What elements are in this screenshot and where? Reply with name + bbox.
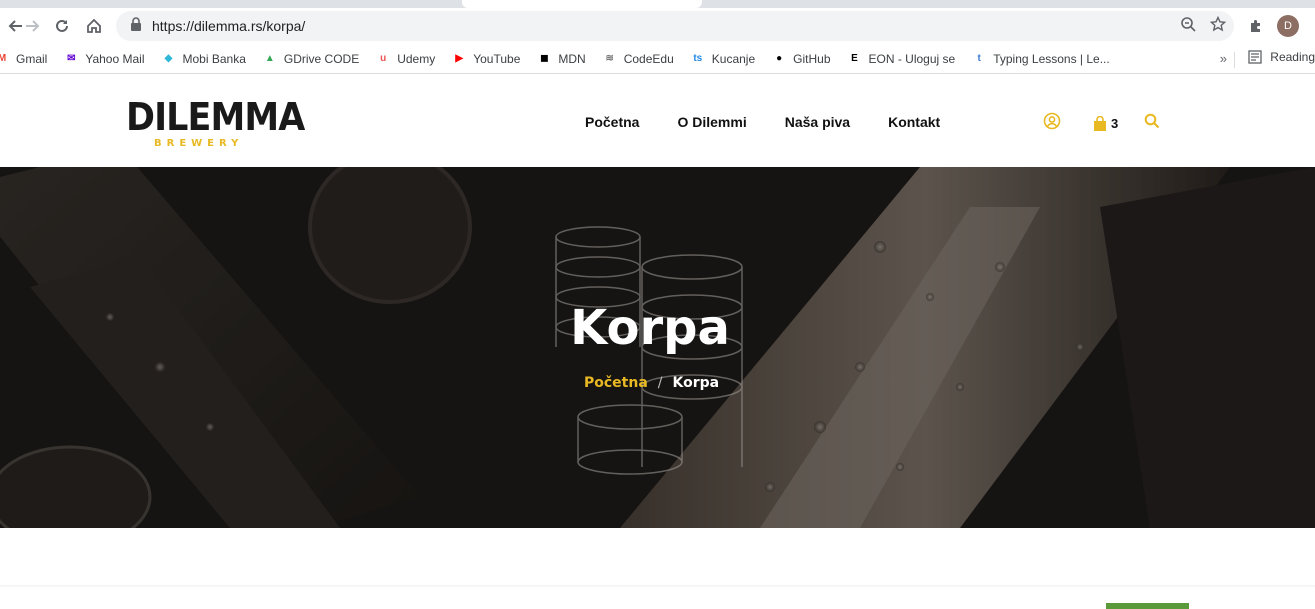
- page-title: Korpa: [570, 300, 730, 356]
- brand-logo[interactable]: DILEMMA BREWERY: [126, 95, 305, 154]
- avatar-letter: D: [1277, 15, 1299, 37]
- bookmark-item[interactable]: ▲ GDrive CODE: [262, 51, 359, 67]
- menu-item-o-dilemmi[interactable]: O Dilemmi: [677, 114, 746, 130]
- menu-item-pocetna[interactable]: Početna: [585, 114, 639, 130]
- bookmark-label: Kucanje: [711, 51, 756, 66]
- browser-tabstrip: [0, 0, 1315, 8]
- bookmark-label: GDrive CODE: [283, 51, 360, 66]
- bookmarks-divider: [1234, 52, 1235, 68]
- browser-toolbar: https://dilemma.rs/korpa/ D: [0, 8, 1315, 44]
- bookmark-label: Udemy: [397, 51, 436, 66]
- bookmark-label: GitHub: [793, 51, 831, 66]
- udemy-icon: u: [380, 53, 387, 64]
- gmail-icon: M: [0, 53, 7, 64]
- bookmark-label: Gmail: [16, 51, 48, 66]
- yahoo-icon: ✉: [67, 53, 76, 64]
- reading-list-button[interactable]: Reading: [1248, 50, 1315, 64]
- bookmark-item[interactable]: ▶ YouTube: [451, 51, 520, 67]
- content-divider: [0, 585, 1315, 588]
- bookmark-item[interactable]: ◼ MDN: [536, 51, 585, 67]
- codeedu-icon: ≋: [605, 53, 614, 64]
- reload-icon[interactable]: [46, 10, 78, 42]
- partial-green-button[interactable]: [1106, 603, 1189, 609]
- bookmark-item[interactable]: ✉ Yahoo Mail: [63, 51, 144, 67]
- bookmark-item[interactable]: ◆ Mobi Banka: [161, 51, 246, 67]
- eon-icon: E: [851, 53, 858, 64]
- header-actions: 3: [1043, 112, 1160, 135]
- reading-list-icon: [1248, 50, 1262, 64]
- typing-icon: t: [977, 53, 981, 64]
- breadcrumb-separator: /: [657, 375, 663, 391]
- bookmark-item[interactable]: ● GitHub: [771, 51, 830, 67]
- extensions-icon[interactable]: [1242, 12, 1270, 40]
- menu-item-nasa-piva[interactable]: Naša piva: [785, 114, 850, 130]
- cart-count: 3: [1111, 116, 1119, 131]
- bookmark-label: Yahoo Mail: [85, 51, 145, 66]
- logo-subtitle: BREWERY: [154, 138, 244, 149]
- bookmark-label: Mobi Banka: [182, 51, 246, 66]
- reading-list-label: Reading: [1270, 50, 1315, 64]
- bookmark-item[interactable]: M Gmail: [0, 51, 47, 67]
- search-icon[interactable]: [1144, 113, 1160, 134]
- bookmark-label: MDN: [558, 51, 586, 66]
- lock-icon[interactable]: [130, 16, 142, 36]
- gdrive-icon: ▲: [264, 53, 275, 64]
- bookmark-item[interactable]: ts Kucanje: [690, 51, 755, 67]
- address-bar[interactable]: https://dilemma.rs/korpa/: [116, 11, 1234, 41]
- bookmark-label: CodeEdu: [623, 51, 674, 66]
- menu-item-kontakt[interactable]: Kontakt: [888, 114, 940, 130]
- mdn-icon: ◼: [540, 53, 549, 64]
- forward-icon[interactable]: [16, 10, 48, 42]
- more-bookmarks-icon[interactable]: »: [1220, 51, 1227, 66]
- bookmark-item[interactable]: E EON - Uloguj se: [847, 51, 956, 67]
- bookmark-label: EON - Uloguj se: [868, 51, 956, 66]
- site-header: DILEMMA BREWERY Početna O Dilemmi Naša p…: [0, 76, 1315, 167]
- page-hero: Korpa Početna / Korpa: [0, 167, 1315, 528]
- github-icon: ●: [776, 53, 783, 64]
- breadcrumb-home-link[interactable]: Početna: [584, 375, 648, 391]
- bookmark-label: YouTube: [473, 51, 521, 66]
- bookmark-item[interactable]: u Udemy: [375, 51, 435, 67]
- bookmark-item[interactable]: t Typing Lessons | Le...: [971, 51, 1110, 67]
- bookmark-item[interactable]: ≋ CodeEdu: [602, 51, 674, 67]
- breadcrumb: Početna / Korpa: [584, 375, 719, 391]
- bookmark-star-icon[interactable]: [1209, 15, 1227, 37]
- ts-icon: ts: [693, 53, 703, 64]
- zoom-icon[interactable]: [1180, 16, 1196, 37]
- account-icon[interactable]: [1043, 112, 1061, 135]
- main-menu: Početna O Dilemmi Naša piva Kontakt: [585, 114, 978, 130]
- home-icon[interactable]: [78, 10, 110, 42]
- profile-avatar[interactable]: D: [1274, 12, 1302, 40]
- cart-icon[interactable]: 3: [1093, 115, 1144, 132]
- url-text[interactable]: https://dilemma.rs/korpa/: [152, 18, 305, 34]
- logo-word: DILEMMA: [126, 95, 305, 139]
- active-tab[interactable]: [462, 0, 702, 8]
- bookmarks-bar: M Gmail ✉ Yahoo Mail ◆ Mobi Banka ▲ GDrive CODE…: [0, 44, 1315, 74]
- youtube-icon: ▶: [455, 53, 464, 64]
- breadcrumb-current: Korpa: [672, 375, 720, 391]
- mobi-banka-icon: ◆: [164, 53, 173, 64]
- bookmark-label: Typing Lessons | Le...: [993, 51, 1110, 66]
